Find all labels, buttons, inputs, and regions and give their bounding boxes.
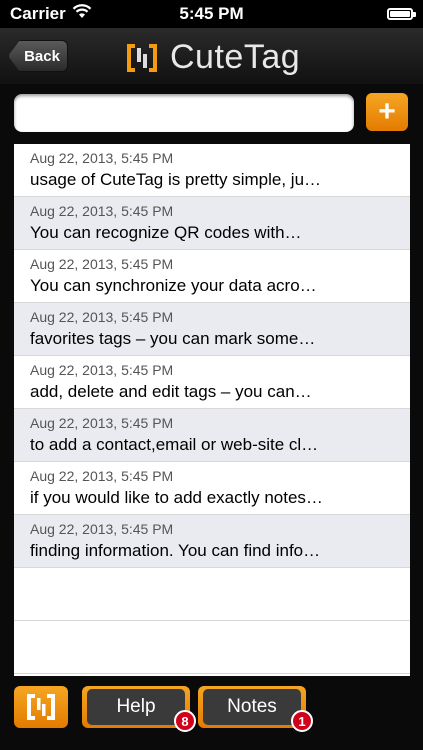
- help-badge: 8: [174, 710, 196, 732]
- item-date: Aug 22, 2013, 5:45 PM: [30, 150, 174, 166]
- item-date: Aug 22, 2013, 5:45 PM: [30, 309, 174, 325]
- search-input[interactable]: [14, 94, 354, 132]
- item-text: You can recognize QR codes with…: [30, 223, 302, 242]
- list-item[interactable]: Aug 22, 2013, 5:45 PM usage of CuteTag i…: [14, 144, 410, 197]
- status-left: Carrier: [10, 4, 92, 24]
- notes-badge: 1: [291, 710, 313, 732]
- item-date: Aug 22, 2013, 5:45 PM: [30, 256, 174, 272]
- cutetag-logo-icon: [27, 694, 55, 720]
- notes-list: Aug 22, 2013, 5:45 PM usage of CuteTag i…: [14, 144, 410, 676]
- add-button[interactable]: +: [366, 93, 408, 131]
- list-item[interactable]: Aug 22, 2013, 5:45 PM You can synchroniz…: [14, 250, 410, 303]
- wifi-icon: [72, 4, 92, 24]
- item-date: Aug 22, 2013, 5:45 PM: [30, 203, 174, 219]
- item-date: Aug 22, 2013, 5:45 PM: [30, 362, 174, 378]
- bottom-toolbar: Help 8 Notes 1: [0, 682, 423, 750]
- item-text: favorites tags – you can mark some…: [30, 329, 316, 348]
- list-item[interactable]: Aug 22, 2013, 5:45 PM favorites tags – y…: [14, 303, 410, 356]
- list-item[interactable]: Aug 22, 2013, 5:45 PM if you would like …: [14, 462, 410, 515]
- item-text: to add a contact,email or web-site cl…: [30, 435, 319, 454]
- notes-tab[interactable]: Notes: [198, 686, 306, 728]
- status-bar: Carrier 5:45 PM: [0, 0, 423, 28]
- nav-bar: Back CuteTag: [0, 28, 423, 85]
- list-item[interactable]: Aug 22, 2013, 5:45 PM add, delete and ed…: [14, 356, 410, 409]
- item-date: Aug 22, 2013, 5:45 PM: [30, 468, 174, 484]
- list-item[interactable]: Aug 22, 2013, 5:45 PM to add a contact,e…: [14, 409, 410, 462]
- item-text: usage of CuteTag is pretty simple, ju…: [30, 170, 322, 189]
- item-text: add, delete and edit tags – you can…: [30, 382, 312, 401]
- home-button[interactable]: [14, 686, 68, 728]
- back-button[interactable]: Back: [8, 40, 68, 72]
- list-item[interactable]: Aug 22, 2013, 5:45 PM finding informatio…: [14, 515, 410, 568]
- item-text: finding information. You can find info…: [30, 541, 321, 560]
- empty-row: [14, 568, 410, 621]
- empty-row: [14, 621, 410, 674]
- list-item[interactable]: Aug 22, 2013, 5:45 PM You can recognize …: [14, 197, 410, 250]
- app-logo: CuteTag: [124, 38, 300, 77]
- cutetag-logo-icon: [124, 40, 160, 76]
- search-row: +: [0, 84, 423, 142]
- item-date: Aug 22, 2013, 5:45 PM: [30, 415, 174, 431]
- item-text: if you would like to add exactly notes…: [30, 488, 323, 507]
- battery-icon: [387, 8, 416, 20]
- item-date: Aug 22, 2013, 5:45 PM: [30, 521, 174, 537]
- app-title: CuteTag: [170, 38, 301, 76]
- carrier-label: Carrier: [10, 4, 66, 23]
- item-text: You can synchronize your data acro…: [30, 276, 317, 295]
- help-tab-label: Help: [87, 689, 185, 725]
- notes-tab-label: Notes: [203, 689, 301, 725]
